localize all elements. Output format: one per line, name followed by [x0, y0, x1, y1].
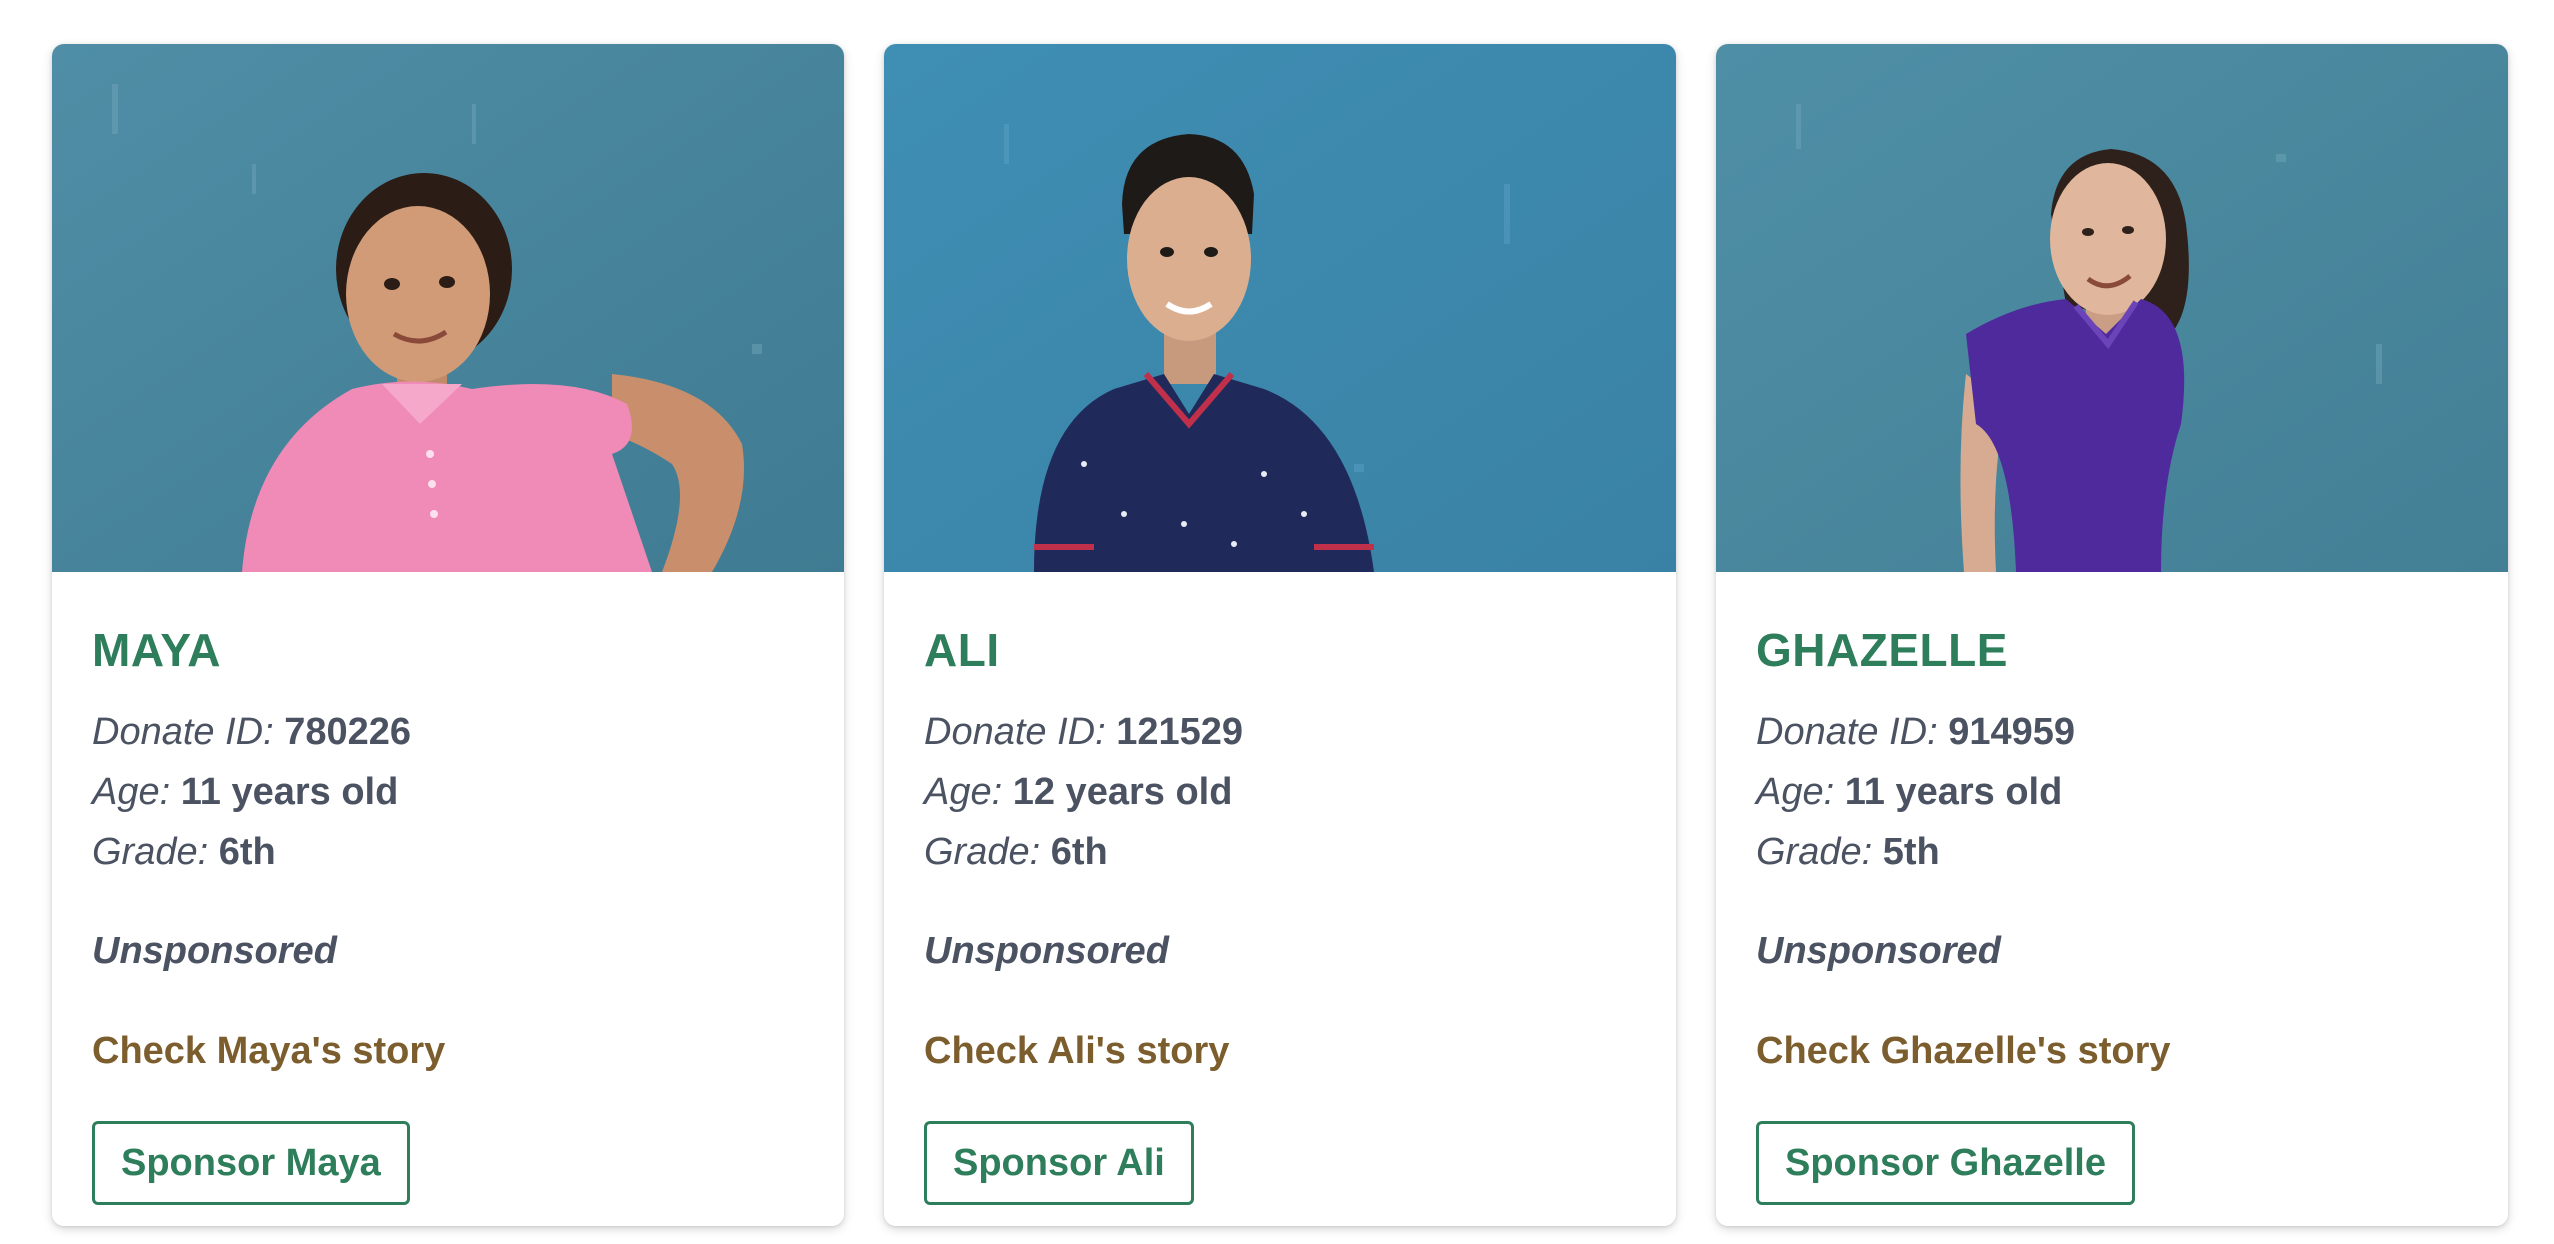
- grade-row: Grade: 6th: [92, 822, 804, 882]
- child-photo-ali[interactable]: [884, 44, 1676, 572]
- child-photo-ali-image: [884, 44, 1676, 572]
- sponsorship-status: Unsponsored: [1756, 930, 2001, 972]
- age-label: Age:: [92, 771, 171, 813]
- sponsor-ghazelle-button[interactable]: Sponsor Ghazelle: [1756, 1121, 2135, 1205]
- grade-value: 5th: [1882, 831, 1940, 873]
- age-value: 12 years old: [1012, 771, 1233, 813]
- donate-id-value: 780226: [284, 711, 412, 753]
- donate-id-row: Donate ID: 914959: [1756, 702, 2468, 762]
- child-photo-ghazelle[interactable]: [1716, 44, 2508, 572]
- child-card-ghazelle: GHAZELLE Donate ID: 914959 Age: 11 years…: [1716, 44, 2508, 1226]
- age-label: Age:: [924, 771, 1003, 813]
- child-name: GHAZELLE: [1756, 624, 2008, 676]
- story-link-ali[interactable]: Check Ali's story: [924, 1021, 1636, 1081]
- child-card-body-ali: ALI Donate ID: 121529 Age: 12 years old …: [884, 572, 1676, 1205]
- grade-label: Grade:: [92, 831, 209, 873]
- donate-id-value: 914959: [1948, 711, 2076, 753]
- child-name: ALI: [924, 624, 1000, 676]
- child-name: MAYA: [92, 624, 221, 676]
- child-photo-maya[interactable]: [52, 44, 844, 572]
- grade-value: 6th: [218, 831, 276, 873]
- age-row: Age: 11 years old: [1756, 762, 2468, 822]
- child-card-maya: MAYA Donate ID: 780226 Age: 11 years old…: [52, 44, 844, 1226]
- age-value: 11 years old: [180, 771, 399, 813]
- donate-id-label: Donate ID:: [92, 711, 274, 753]
- grade-row: Grade: 5th: [1756, 822, 2468, 882]
- age-label: Age:: [1756, 771, 1835, 813]
- child-card-body-maya: MAYA Donate ID: 780226 Age: 11 years old…: [52, 572, 844, 1205]
- child-card-grid: MAYA Donate ID: 780226 Age: 11 years old…: [52, 44, 2508, 1226]
- story-link-maya[interactable]: Check Maya's story: [92, 1021, 804, 1081]
- child-facts: Donate ID: 780226 Age: 11 years old Grad…: [92, 702, 804, 882]
- donate-id-label: Donate ID:: [1756, 711, 1938, 753]
- story-link-ghazelle[interactable]: Check Ghazelle's story: [1756, 1021, 2468, 1081]
- child-card-body-ghazelle: GHAZELLE Donate ID: 914959 Age: 11 years…: [1716, 572, 2508, 1205]
- sponsorship-status: Unsponsored: [924, 930, 1169, 972]
- donate-id-label: Donate ID:: [924, 711, 1106, 753]
- child-facts: Donate ID: 121529 Age: 12 years old Grad…: [924, 702, 1636, 882]
- child-photo-ghazelle-image: [1716, 44, 2508, 572]
- sponsor-ali-button[interactable]: Sponsor Ali: [924, 1121, 1194, 1205]
- grade-label: Grade:: [1756, 831, 1873, 873]
- grade-row: Grade: 6th: [924, 822, 1636, 882]
- donate-id-value: 121529: [1116, 711, 1244, 753]
- child-facts: Donate ID: 914959 Age: 11 years old Grad…: [1756, 702, 2468, 882]
- age-value: 11 years old: [1844, 771, 2063, 813]
- sponsor-maya-button[interactable]: Sponsor Maya: [92, 1121, 410, 1205]
- child-photo-maya-image: [52, 44, 844, 572]
- sponsorship-status: Unsponsored: [92, 930, 337, 972]
- child-card-ali: ALI Donate ID: 121529 Age: 12 years old …: [884, 44, 1676, 1226]
- donate-id-row: Donate ID: 121529: [924, 702, 1636, 762]
- donate-id-row: Donate ID: 780226: [92, 702, 804, 762]
- age-row: Age: 12 years old: [924, 762, 1636, 822]
- grade-label: Grade:: [924, 831, 1041, 873]
- age-row: Age: 11 years old: [92, 762, 804, 822]
- grade-value: 6th: [1050, 831, 1108, 873]
